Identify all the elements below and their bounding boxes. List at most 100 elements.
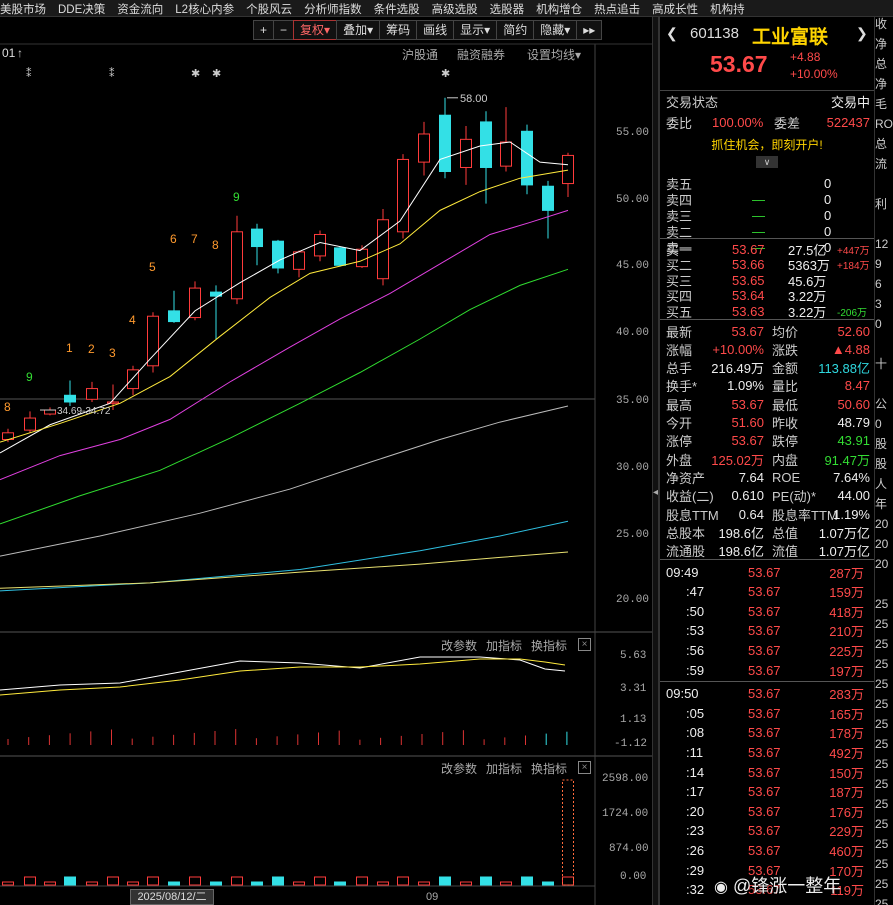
ask-row[interactable]: 卖四 —0	[660, 191, 874, 208]
tick-row[interactable]: :14 53.67 150万	[660, 763, 874, 781]
edge-cell: 25	[875, 597, 889, 611]
prev-stock-icon[interactable]: ❮	[666, 25, 678, 42]
candle-body	[418, 133, 430, 163]
tick-row[interactable]: 09:49 53.67 287万	[660, 563, 874, 581]
td-count-label: 7	[191, 232, 198, 246]
fuquan-button[interactable]: 复权▾	[293, 20, 338, 40]
topnav-item[interactable]: 条件选股	[374, 0, 420, 16]
tick-time: :50	[686, 603, 705, 619]
topnav-item[interactable]: 热点追击	[594, 0, 640, 16]
next-stock-icon[interactable]: ❯	[856, 25, 868, 42]
macd-close-icon[interactable]: ×	[578, 638, 591, 651]
open-account-banner[interactable]: 抓住机会，即刻开户!	[660, 135, 874, 153]
ma-settings-link[interactable]: 设置均线▾	[527, 46, 581, 63]
topnav-item[interactable]: L2核心内参	[175, 0, 234, 16]
zoom-in-button[interactable]: +	[253, 20, 275, 40]
panel-splitter[interactable]: ◂	[652, 17, 659, 905]
topnav-item[interactable]: 分析师指数	[304, 0, 362, 16]
tick-row[interactable]: 09:50 53.67 283万	[660, 685, 874, 703]
volume-bar	[397, 876, 409, 886]
simple-button[interactable]: 简约	[496, 20, 535, 40]
stat-value: ▲4.88	[831, 341, 870, 357]
edge-cell: 利	[875, 197, 888, 211]
stat-row: 最新 53.67 均价 52.60	[660, 322, 874, 340]
ask-row[interactable]: 卖三 —0	[660, 207, 874, 224]
tick-row[interactable]: :59 53.67 197万	[660, 661, 874, 679]
topnav-item[interactable]: 高级选股	[432, 0, 478, 16]
ask-row[interactable]: 卖五 0	[660, 175, 874, 192]
stat-label: 今开	[666, 416, 693, 431]
tick-row[interactable]: :50 53.67 418万	[660, 602, 874, 620]
volume-bar	[2, 881, 14, 886]
tick-time: :59	[686, 662, 705, 678]
topnav-item[interactable]: 资金流向	[117, 0, 163, 16]
up-arrow-icon: ↑	[17, 46, 23, 60]
topnav-item[interactable]: 选股器	[490, 0, 525, 16]
tick-volume: 287万	[829, 565, 864, 581]
tick-row[interactable]: :08 53.67 178万	[660, 724, 874, 742]
rzrq-link[interactable]: 融资融券	[457, 46, 505, 63]
draw-line-button[interactable]: 画线	[416, 20, 455, 40]
overlay-button[interactable]: 叠加▾	[336, 20, 381, 40]
edge-cell: 3	[875, 297, 882, 311]
bid-row[interactable]: 买二 53.66 5363万 +184万	[660, 257, 874, 273]
tick-price: 53.67	[748, 705, 781, 721]
macd-dea-line	[0, 658, 566, 696]
stat-label: 涨停	[666, 434, 693, 450]
volume-bar	[24, 876, 36, 886]
zoom-out-button[interactable]: −	[273, 20, 295, 40]
topnav-item[interactable]: 机构增仓	[536, 0, 582, 16]
ask-row[interactable]: 卖二 —0	[660, 223, 874, 240]
expand-icon[interactable]: ▸▸	[576, 20, 603, 40]
tick-row[interactable]: :23 53.67 229万	[660, 822, 874, 840]
tick-row[interactable]: :26 53.67 460万	[660, 841, 874, 859]
bid-row[interactable]: 买三 53.65 45.6万	[660, 272, 874, 289]
tick-price: 53.67	[748, 803, 781, 819]
candle-body	[24, 417, 36, 431]
chevron-down-icon[interactable]: ∨	[756, 156, 778, 168]
macd-add-indicator[interactable]: 加指标	[486, 637, 522, 654]
topnav-item[interactable]: 美股市场	[0, 0, 46, 16]
bid-row[interactable]: 买四 53.64 3.22万	[660, 288, 874, 304]
hgt-link[interactable]: 沪股通	[402, 46, 438, 63]
topnav-item[interactable]: 高成长性	[652, 0, 698, 16]
hide-button[interactable]: 隐藏▾	[533, 20, 578, 40]
tick-row[interactable]: :05 53.67 165万	[660, 704, 874, 722]
bid-row[interactable]: 买五 53.63 3.22万 -206万	[660, 303, 874, 320]
vol-change-params[interactable]: 改参数	[441, 760, 477, 777]
vol-close-icon[interactable]: ×	[578, 761, 591, 774]
stat-row: 最高 53.67 最低 50.60	[660, 395, 874, 413]
topnav-item[interactable]: 机构持	[710, 0, 745, 16]
tick-time: :08	[686, 725, 705, 741]
volume-bar	[210, 881, 222, 886]
vol-switch-indicator[interactable]: 换指标	[531, 760, 567, 777]
edge-cell: 总	[875, 137, 888, 151]
stat-value: 43.91	[837, 433, 870, 449]
stat-label: 最低	[772, 397, 799, 413]
macd-change-params[interactable]: 改参数	[441, 637, 477, 654]
topnav-item[interactable]: 个股风云	[246, 0, 292, 16]
volume-bar	[562, 779, 574, 886]
macd-switch-indicator[interactable]: 换指标	[531, 637, 567, 654]
tick-row[interactable]: :11 53.67 492万	[660, 743, 874, 761]
tick-row[interactable]: :17 53.67 187万	[660, 783, 874, 801]
topnav-item[interactable]: DDE决策	[58, 0, 105, 16]
display-button[interactable]: 显示▾	[453, 20, 498, 40]
edge-cell: 9	[875, 257, 882, 271]
tick-row[interactable]: :53 53.67 210万	[660, 622, 874, 640]
tick-row[interactable]: :47 53.67 159万	[660, 583, 874, 601]
chart-toolbar: + − 复权▾ 叠加▾ 筹码 画线 显示▾ 简约 隐藏▾ ▸▸	[253, 20, 603, 40]
edge-cell: 25	[875, 657, 889, 671]
chip-button[interactable]: 筹码	[379, 20, 418, 40]
vol-add-indicator[interactable]: 加指标	[486, 760, 522, 777]
macd-axis-label: -1.12	[614, 738, 648, 750]
stat-label: 净资产	[666, 470, 706, 486]
bid-price: 53.63	[732, 303, 765, 319]
tick-row[interactable]: :56 53.67 225万	[660, 641, 874, 659]
stat-value: +10.00%	[712, 341, 764, 357]
stat-row: 总股本 198.6亿 总值 1.07万亿	[660, 523, 874, 541]
bid-row[interactable]: 买一 53.67 27.5亿 +447万	[660, 241, 874, 258]
tick-volume: 187万	[829, 785, 864, 801]
collapse-icon[interactable]: ◂	[653, 487, 658, 498]
tick-row[interactable]: :20 53.67 176万	[660, 802, 874, 820]
